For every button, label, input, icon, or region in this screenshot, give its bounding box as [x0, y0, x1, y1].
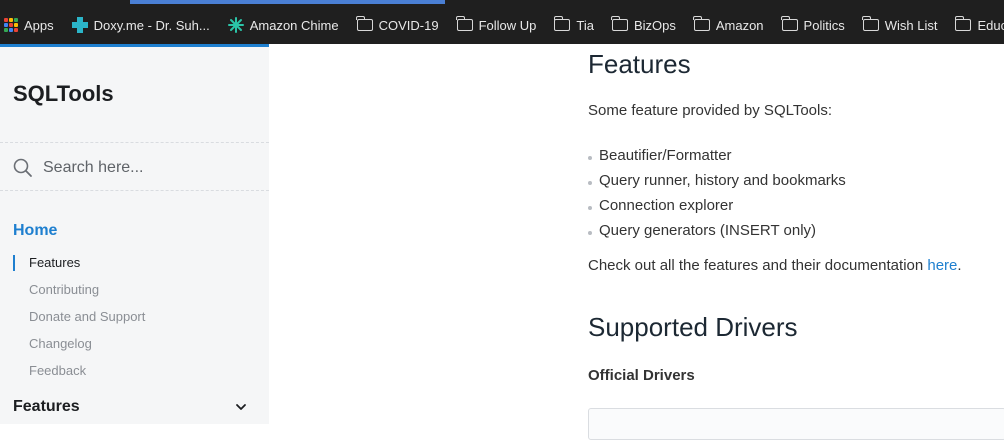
folder-icon: [693, 16, 710, 31]
official-drivers-heading: Official Drivers: [588, 367, 695, 384]
bookmark-label: Tia: [576, 17, 594, 33]
bookmarks-bar: Apps Doxy.me - Dr. Suh... Amazon Chime C…: [0, 6, 1004, 44]
nav-home-link[interactable]: Home: [13, 222, 57, 240]
search-input[interactable]: [43, 155, 243, 181]
site-title[interactable]: SQLTools: [13, 81, 114, 107]
bookmark-label: BizOps: [633, 17, 676, 33]
subnav-item-feedback[interactable]: Feedback: [13, 363, 86, 379]
bookmark-amazon-chime[interactable]: Amazon Chime: [227, 17, 339, 33]
folder-icon: [611, 16, 628, 31]
bookmark-bizops[interactable]: BizOps: [611, 16, 676, 33]
subnav-item-features[interactable]: Features: [13, 255, 80, 271]
bookmark-doxy[interactable]: Doxy.me - Dr. Suh...: [71, 17, 210, 33]
folder-icon: [553, 16, 571, 31]
docs-sidebar: SQLTools Home Features Contributing Dona…: [0, 44, 269, 424]
drivers-table: [588, 408, 1004, 440]
list-item: Connection explorer: [588, 197, 846, 222]
bullet-dot: [588, 206, 592, 210]
search-icon: [13, 158, 32, 177]
bookmark-label: Educat: [977, 17, 1004, 33]
bookmark-wish-list[interactable]: Wish List: [862, 16, 938, 33]
folder-icon: [356, 16, 373, 31]
subnav-item-donate[interactable]: Donate and Support: [13, 309, 145, 325]
url-selection-highlight: [130, 0, 445, 4]
bookmark-label: Politics: [803, 17, 845, 33]
divider: [0, 190, 269, 191]
nav-features-category[interactable]: Features: [13, 398, 80, 416]
subnav-item-changelog[interactable]: Changelog: [13, 336, 92, 352]
folder-icon: [456, 16, 473, 31]
features-heading: Features: [588, 49, 691, 79]
list-item: Query generators (INSERT only): [588, 222, 846, 247]
features-list: Beautifier/Formatter Query runner, histo…: [588, 147, 846, 247]
list-item: Beautifier/Formatter: [588, 147, 846, 172]
checkout-suffix: .: [957, 257, 962, 274]
bullet-dot: [588, 181, 592, 185]
checkout-prefix: Check out all the features and their doc…: [588, 257, 928, 274]
list-item: Query runner, history and bookmarks: [588, 172, 846, 197]
bookmark-politics[interactable]: Politics: [781, 16, 845, 33]
features-intro: Some feature provided by SQLTools:: [588, 102, 833, 119]
divider: [0, 142, 269, 143]
bookmark-covid-19[interactable]: COVID-19: [356, 16, 439, 33]
bookmark-label: Follow Up: [478, 17, 537, 33]
apps-grid-icon: [4, 18, 18, 32]
supported-drivers-heading: Supported Drivers: [588, 312, 798, 342]
chime-icon: [227, 17, 244, 33]
bookmark-amazon[interactable]: Amazon: [693, 16, 764, 33]
list-item-text: Query generators (INSERT only): [599, 222, 817, 239]
bookmark-label: Wish List: [884, 17, 938, 33]
bookmark-label: Apps: [24, 17, 54, 33]
here-link[interactable]: here: [927, 257, 957, 274]
list-item-text: Beautifier/Formatter: [599, 147, 732, 164]
doxy-plus-icon: [71, 17, 88, 33]
list-item-text: Connection explorer: [599, 197, 734, 214]
subnav-item-contributing[interactable]: Contributing: [13, 282, 99, 298]
chevron-down-icon[interactable]: [234, 400, 248, 414]
bullet-dot: [588, 231, 592, 235]
folder-icon: [862, 16, 879, 31]
folder-icon: [954, 16, 972, 31]
folder-icon: [781, 16, 798, 31]
bookmark-follow-up[interactable]: Follow Up: [456, 16, 537, 33]
bullet-dot: [588, 156, 592, 160]
bookmark-label: Doxy.me - Dr. Suh...: [93, 17, 210, 33]
bookmark-label: Amazon Chime: [249, 17, 339, 33]
list-item-text: Query runner, history and bookmarks: [599, 172, 846, 189]
checkout-text: Check out all the features and their doc…: [588, 257, 962, 274]
bookmark-label: COVID-19: [378, 17, 439, 33]
bookmark-apps[interactable]: Apps: [0, 18, 54, 33]
bookmark-tia[interactable]: Tia: [553, 16, 594, 33]
bookmark-label: Amazon: [715, 17, 764, 33]
bookmark-educat[interactable]: Educat: [954, 16, 1004, 33]
search-box[interactable]: [13, 155, 253, 181]
